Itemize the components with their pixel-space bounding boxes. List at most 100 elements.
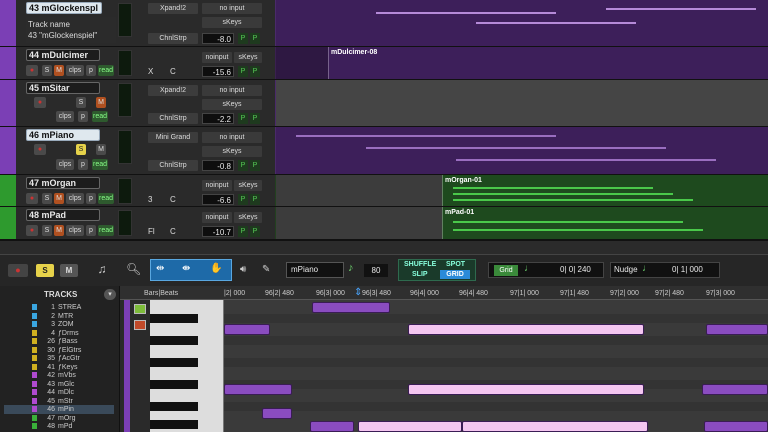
insert-slot[interactable]: ChnlStrp [148, 160, 198, 171]
midi-note[interactable] [706, 324, 768, 335]
solo-button[interactable]: S [76, 144, 86, 155]
track-name-field[interactable]: 43 mGlockenspl [26, 2, 102, 14]
pan-button[interactable]: P [238, 113, 248, 124]
track-row[interactable]: 45 mSitar ● S M clps p read Xpand!2 Chnl… [0, 80, 768, 127]
track-header[interactable]: 47 mOrgan ● S M clps p read 3 C noinput … [0, 175, 275, 206]
grabber-tool-icon[interactable]: ✋ [210, 263, 222, 274]
note-value-icon[interactable]: ♪ [348, 262, 354, 274]
send-x[interactable]: 3 [148, 195, 152, 204]
clips-button[interactable]: clps [66, 225, 84, 236]
track-row[interactable]: 44 mDulcimer ● S M clps p read X C noinp… [0, 47, 768, 80]
playlist-button[interactable]: p [86, 193, 96, 204]
input-selector[interactable]: noinput [202, 52, 232, 63]
midi-note[interactable] [262, 408, 292, 419]
input-selector[interactable]: noinput [202, 212, 232, 223]
mute-button[interactable]: M [54, 225, 64, 236]
midi-note[interactable] [704, 421, 768, 432]
pan-button[interactable]: P [250, 226, 260, 237]
mute-button[interactable]: M [60, 264, 78, 277]
track-name-field[interactable]: 48 mPad [26, 209, 100, 221]
clips-button[interactable]: clps [66, 65, 84, 76]
read-button[interactable]: read [92, 111, 108, 122]
input-selector[interactable]: no input [202, 3, 262, 14]
trim-tool-icon[interactable]: ⇹ [156, 263, 164, 274]
solo-button[interactable]: S [42, 225, 52, 236]
solo-button[interactable]: S [42, 65, 52, 76]
track-name-field[interactable]: 45 mSitar [26, 82, 100, 94]
pan-button[interactable]: P [250, 66, 260, 77]
midi-clip[interactable]: mDulcimer-08 [328, 47, 768, 79]
track-header[interactable]: 45 mSitar ● S M clps p read Xpand!2 Chnl… [0, 80, 275, 126]
midi-note[interactable] [312, 302, 390, 313]
track-header[interactable]: 46 mPiano ● S M clps p read Mini Grand C… [0, 127, 275, 174]
pan-button[interactable]: P [250, 113, 260, 124]
midi-note[interactable] [310, 421, 354, 432]
pan-button[interactable]: P [238, 66, 248, 77]
volume-display[interactable]: -10.7 [202, 226, 234, 237]
close-icon[interactable] [134, 320, 146, 330]
track-lane[interactable]: mOrgan-01 [276, 175, 768, 206]
spot-mode-button[interactable]: SPOT [446, 261, 465, 268]
mute-button[interactable]: M [54, 193, 64, 204]
track-row[interactable]: 48 mPad ● S M clps p read Fl C noinput s… [0, 207, 768, 240]
input-selector[interactable]: noinput [202, 180, 232, 191]
tracks-menu-icon[interactable]: ▾ [104, 289, 116, 300]
read-button[interactable]: read [98, 65, 114, 76]
record-button[interactable]: ● [26, 225, 38, 236]
midi-note[interactable] [408, 324, 644, 335]
midi-note[interactable] [408, 384, 644, 395]
midi-note[interactable] [224, 384, 292, 395]
pencil-icon[interactable]: ✎ [262, 264, 270, 275]
output-selector[interactable]: sKeys [202, 99, 262, 110]
playhead-marker[interactable]: ⇕ [354, 287, 364, 299]
record-button[interactable]: ● [26, 65, 38, 76]
playlist-button[interactable]: p [78, 159, 88, 170]
pan-button[interactable]: P [238, 194, 248, 205]
input-selector[interactable]: no input [202, 132, 262, 143]
playlist-button[interactable]: p [86, 65, 96, 76]
track-select-dropdown[interactable]: mPiano [286, 262, 344, 278]
velocity-value[interactable]: 80 [364, 264, 388, 277]
volume-display[interactable]: -15.6 [202, 66, 234, 77]
record-button[interactable]: ● [34, 144, 46, 155]
track-lane[interactable]: mDulcimer-08 [276, 47, 768, 79]
pan-button[interactable]: P [250, 194, 260, 205]
piano-key-black[interactable] [150, 336, 198, 345]
output-selector[interactable]: sKeys [202, 17, 262, 28]
selector-tool-icon[interactable]: ⇼ [182, 263, 190, 274]
track-header[interactable]: 43 mGlockenspl Track name 43 "mGlockensp… [0, 0, 275, 46]
piano-key-black[interactable] [150, 314, 198, 323]
output-selector[interactable]: sKeys [234, 180, 262, 191]
pan-button[interactable]: P [238, 33, 248, 44]
playlist-button[interactable]: p [78, 111, 88, 122]
track-header[interactable]: 44 mDulcimer ● S M clps p read X C noinp… [0, 47, 275, 79]
volume-display[interactable]: -8.0 [202, 33, 234, 44]
volume-display[interactable]: -6.6 [202, 194, 234, 205]
shuffle-mode-button[interactable]: SHUFFLE [404, 261, 436, 268]
clips-button[interactable]: clps [56, 111, 74, 122]
speaker-icon[interactable]: 🔊︎ [240, 264, 246, 275]
send-c[interactable]: C [170, 67, 176, 76]
pan-button[interactable]: P [238, 226, 248, 237]
clips-button[interactable]: clps [66, 193, 84, 204]
solo-button[interactable]: S [76, 97, 86, 108]
mute-button[interactable]: M [96, 97, 106, 108]
output-selector[interactable]: sKeys [234, 52, 262, 63]
send-c[interactable]: C [170, 195, 176, 204]
piano-key-black[interactable] [150, 358, 198, 367]
volume-display[interactable]: -2.2 [202, 113, 234, 124]
track-name-field[interactable]: 46 mPiano [26, 129, 100, 141]
input-selector[interactable]: no input [202, 85, 262, 96]
read-button[interactable]: read [98, 225, 114, 236]
solo-button[interactable]: S [42, 193, 52, 204]
insert-slot[interactable]: Xpand!2 [148, 85, 198, 96]
midi-note[interactable] [358, 421, 462, 432]
track-header[interactable]: 48 mPad ● S M clps p read Fl C noinput s… [0, 207, 275, 239]
track-lane[interactable] [276, 0, 768, 46]
output-selector[interactable]: sKeys [202, 146, 262, 157]
piano-key-black[interactable] [150, 420, 198, 429]
track-lane[interactable]: mPad-01 [276, 207, 768, 239]
midi-clip[interactable]: mOrgan-01 [442, 175, 768, 206]
piano-key-black[interactable] [150, 402, 198, 411]
solo-button[interactable]: S [36, 264, 54, 277]
